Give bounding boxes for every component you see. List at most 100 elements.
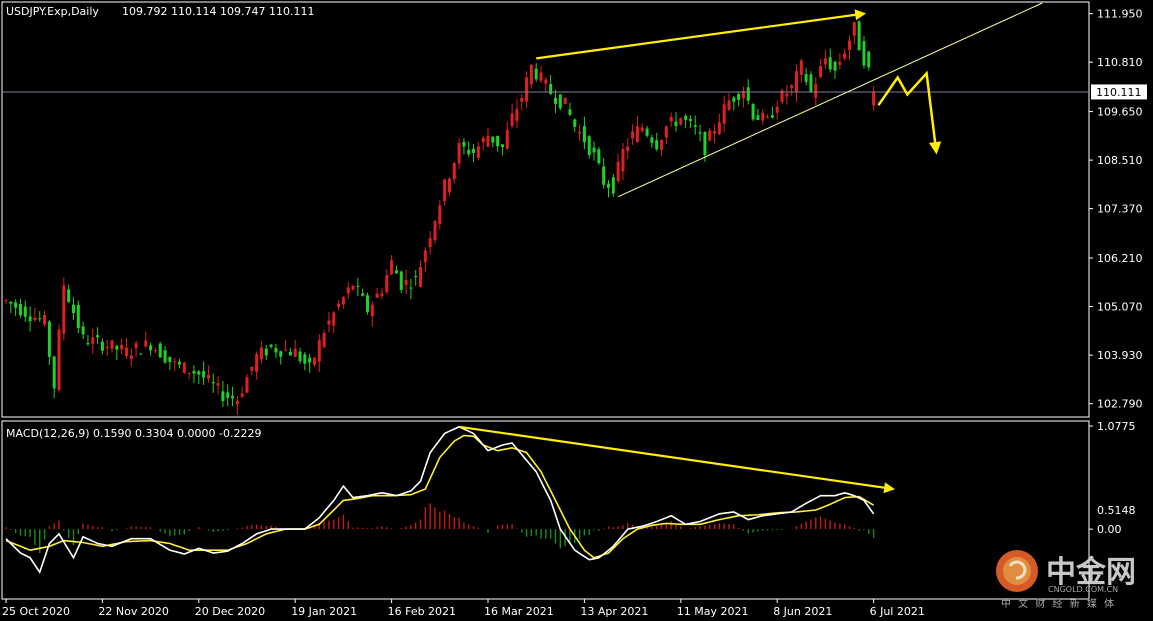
price-axis-label: 107.370 <box>1097 203 1143 216</box>
candle-body <box>62 285 66 334</box>
price-layer <box>2 20 1089 415</box>
candle-body <box>187 372 191 374</box>
candle-body <box>828 57 832 70</box>
candle-body <box>52 356 56 389</box>
candle-body <box>558 94 562 109</box>
candle-body <box>274 348 278 353</box>
candle-body <box>250 366 254 371</box>
candle-body <box>794 71 798 92</box>
candle-body <box>110 340 114 349</box>
candle-body <box>221 391 225 402</box>
candle-body <box>698 132 702 134</box>
candle-body <box>370 304 374 317</box>
time-axis-label: 11 May 2021 <box>677 605 749 618</box>
candle-body <box>414 275 418 277</box>
candle-body <box>178 361 182 365</box>
candle-body <box>823 58 827 65</box>
candle-body <box>722 104 726 124</box>
candle-body <box>645 128 649 136</box>
candle-body <box>115 345 119 350</box>
candle-body <box>76 304 80 329</box>
candle-body <box>438 205 442 224</box>
candle-body <box>848 40 851 51</box>
candle-body <box>231 396 235 399</box>
candle-body <box>597 149 601 164</box>
candle-body <box>621 148 625 172</box>
candle-body <box>737 94 741 100</box>
candle-body <box>515 109 519 121</box>
candle-body <box>259 347 263 360</box>
candle-body <box>804 73 808 82</box>
candle-body <box>582 126 586 143</box>
macd-main-line <box>5 425 875 574</box>
macd-label: MACD(12,26,9) 0.1590 0.3304 0.0000 -0.22… <box>6 427 261 440</box>
candle-body <box>529 64 533 85</box>
candle-body <box>679 118 683 125</box>
candle-body <box>356 285 360 287</box>
candle-body <box>486 135 490 147</box>
watermark-sub: CNGOLD.COM.CN <box>1048 585 1118 594</box>
candle-body <box>462 141 466 147</box>
candle-body <box>144 340 148 347</box>
candle-body <box>255 354 259 372</box>
candle-body <box>843 53 847 59</box>
candle-body <box>717 122 721 134</box>
candle-body <box>264 348 268 356</box>
candle-body <box>505 129 509 149</box>
candle-body <box>341 297 345 305</box>
candle-body <box>351 285 355 290</box>
time-axis-label: 25 Oct 2020 <box>2 605 70 618</box>
candle-body <box>105 346 109 348</box>
candle-body <box>192 370 196 374</box>
candle-body <box>756 115 760 120</box>
candle-body <box>631 131 635 139</box>
candle-body <box>520 97 524 102</box>
candle-body <box>553 97 557 104</box>
macd-layer <box>5 425 875 574</box>
candle-body <box>727 100 731 110</box>
candle-body <box>510 113 514 126</box>
candle-body <box>852 22 856 36</box>
price-axis-label: 105.070 <box>1097 301 1143 314</box>
candle-body <box>43 315 47 325</box>
candle-body <box>534 68 538 80</box>
candle-body <box>399 271 403 290</box>
candle-body <box>216 383 220 386</box>
candle-body <box>500 144 504 148</box>
candle-body <box>100 341 104 351</box>
candle-body <box>491 136 495 143</box>
candle-body <box>202 371 206 378</box>
candle-body <box>655 140 659 150</box>
candle-body <box>549 84 553 94</box>
annotation-layer <box>458 2 1043 494</box>
time-axis-label: 22 Nov 2020 <box>98 605 168 618</box>
price-axis-label: 106.210 <box>1097 252 1143 265</box>
candle-body <box>611 177 615 194</box>
candle-body <box>467 149 471 155</box>
candle-body <box>669 116 673 122</box>
candle-body <box>447 178 451 193</box>
candle-body <box>235 400 239 405</box>
forecast-zigzag-arrow <box>877 70 942 155</box>
candle-body <box>380 293 384 296</box>
time-axis-label: 20 Dec 2020 <box>195 605 265 618</box>
candle-body <box>149 345 153 351</box>
candle-body <box>86 342 90 345</box>
candle-body <box>9 301 13 304</box>
candle-body <box>814 84 818 98</box>
candle-body <box>568 109 572 115</box>
candle-body <box>664 126 668 138</box>
chart-canvas: 111.950 110.810 109.650 108.510 107.370 106.2… <box>1 1 1147 618</box>
candle-body <box>592 147 596 153</box>
support-trendline <box>617 2 1043 198</box>
candle-body <box>168 356 172 362</box>
candle-body <box>660 140 664 150</box>
candle-body <box>332 312 336 326</box>
candle-body <box>409 287 413 289</box>
candle-body <box>746 87 750 101</box>
candle-body <box>838 61 842 65</box>
price-axis-label: 111.950 <box>1097 8 1143 21</box>
candle-body <box>197 371 201 375</box>
candle-body <box>693 125 697 127</box>
candle-body <box>139 353 143 355</box>
